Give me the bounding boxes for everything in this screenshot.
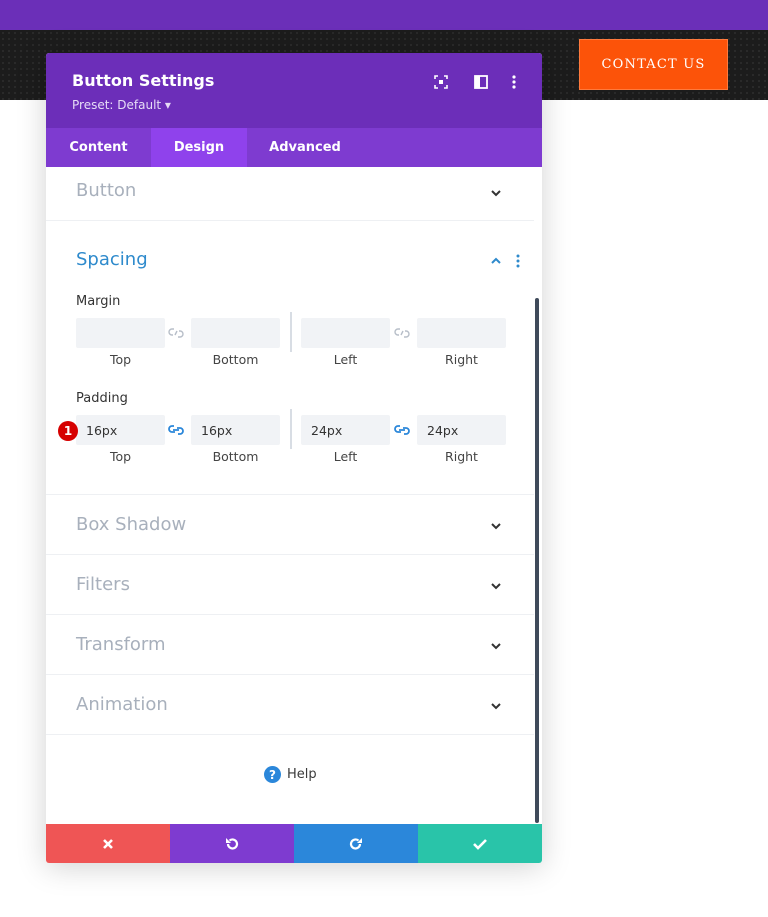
redo-button[interactable] xyxy=(294,824,418,863)
padding-top-label: Top xyxy=(109,449,132,464)
margin-bottom-input[interactable] xyxy=(191,318,280,348)
section-transform[interactable]: Transform xyxy=(46,615,534,675)
chevron-down-icon[interactable] xyxy=(490,580,502,592)
chevron-down-icon[interactable] xyxy=(490,640,502,652)
margin-right-label: Right xyxy=(445,352,478,367)
section-box-shadow[interactable]: Box Shadow xyxy=(46,495,534,555)
divider xyxy=(290,409,292,449)
question-circle-icon: ? xyxy=(264,766,281,783)
preset-selector[interactable]: Preset: Default ▾ xyxy=(72,98,171,112)
tab-design[interactable]: Design xyxy=(151,128,247,167)
section-button[interactable]: Button xyxy=(46,167,534,221)
margin-right-input[interactable] xyxy=(417,318,506,348)
site-top-bar xyxy=(0,0,768,30)
link-icon[interactable] xyxy=(394,423,410,437)
save-button[interactable] xyxy=(418,824,542,863)
section-title: Animation xyxy=(76,694,168,715)
section-options-icon[interactable] xyxy=(516,254,520,268)
section-title: Box Shadow xyxy=(76,514,187,535)
padding-right-input[interactable]: 24px xyxy=(417,415,506,445)
modal-title: Button Settings xyxy=(72,71,215,90)
margin-bottom-label: Bottom xyxy=(212,352,259,367)
more-vertical-icon[interactable] xyxy=(505,73,523,91)
chevron-down-icon[interactable] xyxy=(490,187,502,199)
annotation-badge: 1 xyxy=(58,421,78,441)
margin-left-label: Left xyxy=(333,352,358,367)
scrollbar[interactable] xyxy=(535,298,539,823)
padding-label: Padding xyxy=(76,391,128,406)
split-layout-icon[interactable] xyxy=(472,73,490,91)
tab-content[interactable]: Content xyxy=(46,128,151,167)
check-icon xyxy=(473,838,487,850)
settings-tabs: Content Design Advanced xyxy=(46,128,542,167)
chevron-down-icon[interactable] xyxy=(490,520,502,532)
margin-left-input[interactable] xyxy=(301,318,390,348)
divider xyxy=(290,312,292,352)
section-title[interactable]: Spacing xyxy=(76,249,148,270)
section-title: Transform xyxy=(76,634,166,655)
padding-right-label: Right xyxy=(445,449,478,464)
undo-icon xyxy=(226,837,239,850)
link-icon[interactable] xyxy=(168,423,184,437)
chevron-up-icon[interactable] xyxy=(490,255,502,267)
help-label: Help xyxy=(287,767,317,782)
padding-bottom-label: Bottom xyxy=(212,449,259,464)
section-title: Filters xyxy=(76,574,130,595)
padding-left-input[interactable]: 24px xyxy=(301,415,390,445)
undo-button[interactable] xyxy=(170,824,294,863)
section-animation[interactable]: Animation xyxy=(46,675,534,735)
unlinked-icon[interactable] xyxy=(394,326,410,340)
section-spacing: Spacing Margin Top Bottom Left Right Pad… xyxy=(46,221,534,495)
padding-bottom-input[interactable]: 16px xyxy=(191,415,280,445)
button-settings-modal: Button Settings Preset: Default ▾ Conten… xyxy=(46,53,542,863)
tab-advanced[interactable]: Advanced xyxy=(247,128,363,167)
expand-icon[interactable] xyxy=(432,73,450,91)
modal-header: Button Settings Preset: Default ▾ xyxy=(46,53,542,128)
redo-icon xyxy=(349,837,362,850)
discard-button[interactable] xyxy=(46,824,170,863)
help-link[interactable]: ? Help xyxy=(264,766,317,783)
section-filters[interactable]: Filters xyxy=(46,555,534,615)
margin-label: Margin xyxy=(76,294,121,309)
unlinked-icon[interactable] xyxy=(168,326,184,340)
chevron-down-icon[interactable] xyxy=(490,700,502,712)
x-icon xyxy=(103,838,113,849)
margin-top-input[interactable] xyxy=(76,318,165,348)
padding-top-input[interactable]: 16px xyxy=(76,415,165,445)
modal-footer xyxy=(46,824,542,863)
padding-left-label: Left xyxy=(333,449,358,464)
contact-us-button[interactable]: CONTACT US xyxy=(579,39,728,90)
section-title: Button xyxy=(76,180,137,201)
margin-top-label: Top xyxy=(109,352,132,367)
